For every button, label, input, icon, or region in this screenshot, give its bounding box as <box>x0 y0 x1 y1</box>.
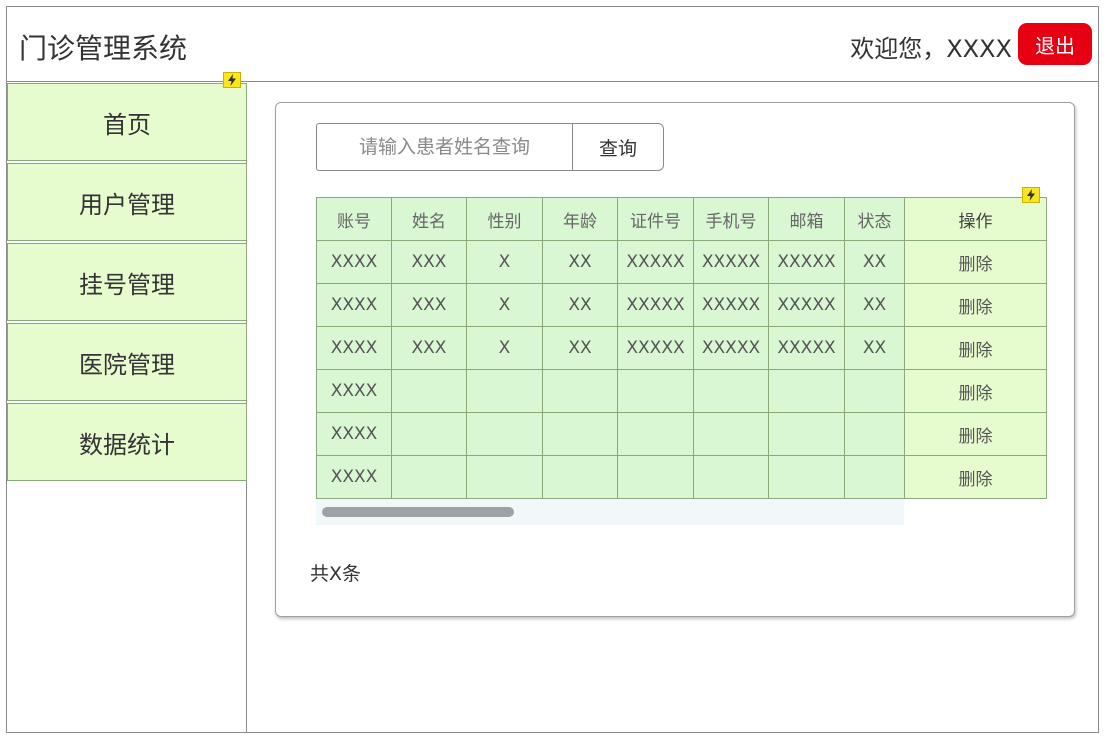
table-cell: XX <box>542 240 618 284</box>
table-row: XXXX XXX X XX XXXXX XXXXX XXXXX XX 删除 <box>316 240 1047 284</box>
welcome-text: 欢迎您，XXXX <box>850 35 1012 63</box>
table-row: XXXX 删除 <box>316 412 1047 456</box>
table-cell <box>466 369 543 413</box>
table-cell: XXXX <box>316 412 392 456</box>
sidebar: 首页 用户管理 挂号管理 医院管理 数据统计 <box>7 83 247 733</box>
table-cell <box>617 412 694 456</box>
table-cell: XXXX <box>316 369 392 413</box>
table-cell <box>844 412 905 456</box>
total-count: 共X条 <box>310 563 362 585</box>
search-button[interactable]: 查询 <box>572 123 664 171</box>
delete-button[interactable]: 删除 <box>904 455 1047 499</box>
sidebar-item-label: 数据统计 <box>79 430 175 459</box>
column-header-name: 姓名 <box>391 197 467 241</box>
sidebar-item-label: 挂号管理 <box>79 270 175 299</box>
table-cell: XXXXX <box>693 283 769 327</box>
sidebar-item-users[interactable]: 用户管理 <box>7 163 247 241</box>
table-cell <box>542 412 618 456</box>
table-cell <box>768 455 845 499</box>
table-cell <box>391 412 467 456</box>
table-cell <box>617 455 694 499</box>
delete-button[interactable]: 删除 <box>904 283 1047 327</box>
table-row: XXXX 删除 <box>316 369 1047 413</box>
table-cell: XXXXX <box>617 283 694 327</box>
table-row: XXXX 删除 <box>316 455 1047 499</box>
table-cell: XXXXX <box>617 326 694 370</box>
delete-button[interactable]: 删除 <box>904 412 1047 456</box>
column-header-phone: 手机号 <box>693 197 769 241</box>
table-cell: XXXXX <box>693 240 769 284</box>
column-header-email: 邮箱 <box>768 197 845 241</box>
column-header-actions: 操作 <box>904 197 1047 241</box>
table-cell <box>693 369 769 413</box>
column-header-status: 状态 <box>844 197 905 241</box>
sidebar-item-hospital[interactable]: 医院管理 <box>7 323 247 401</box>
table-cell: XXXXX <box>768 240 845 284</box>
column-header-age: 年龄 <box>542 197 618 241</box>
table-cell: XX <box>542 283 618 327</box>
table-cell <box>617 369 694 413</box>
horizontal-scrollbar[interactable] <box>316 499 904 525</box>
table-cell <box>768 412 845 456</box>
table-cell: XXXXX <box>693 326 769 370</box>
patient-list-panel: 查询 账号 姓名 性别 年龄 证件号 手机号 邮箱 <box>275 102 1075 617</box>
table-cell: XXX <box>391 326 467 370</box>
column-header-gender: 性别 <box>466 197 543 241</box>
table-row: XXXX XXX X XX XXXXX XXXXX XXXXX XX 删除 <box>316 326 1047 370</box>
table-row: XXXX XXX X XX XXXXX XXXXX XXXXX XX 删除 <box>316 283 1047 327</box>
table-cell: XXXX <box>316 455 392 499</box>
column-header-id-number: 证件号 <box>617 197 694 241</box>
table-cell: XXXXX <box>768 326 845 370</box>
table-cell: XXXX <box>316 240 392 284</box>
table-cell <box>542 369 618 413</box>
patient-table: 账号 姓名 性别 年龄 证件号 手机号 邮箱 状态 操作 XXXX XXX X … <box>316 197 1047 499</box>
table-cell <box>693 412 769 456</box>
table-cell <box>542 455 618 499</box>
sidebar-item-home[interactable]: 首页 <box>7 83 247 161</box>
app-title: 门诊管理系统 <box>19 32 188 65</box>
delete-button[interactable]: 删除 <box>904 326 1047 370</box>
sidebar-item-statistics[interactable]: 数据统计 <box>7 403 247 481</box>
table-cell <box>768 369 845 413</box>
sidebar-item-registration[interactable]: 挂号管理 <box>7 243 247 321</box>
header-bar: 门诊管理系统 欢迎您，XXXX 退出 <box>7 7 1098 82</box>
table-cell <box>391 369 467 413</box>
delete-button[interactable]: 删除 <box>904 240 1047 284</box>
table-cell: XXXXX <box>617 240 694 284</box>
table-cell: X <box>466 240 543 284</box>
table-cell: XX <box>844 326 905 370</box>
sidebar-item-label: 首页 <box>103 110 151 139</box>
table-cell: XX <box>542 326 618 370</box>
sidebar-item-label: 医院管理 <box>79 350 175 379</box>
lightning-bolt-icon <box>223 72 241 88</box>
delete-button[interactable]: 删除 <box>904 369 1047 413</box>
scrollbar-thumb[interactable] <box>322 507 514 517</box>
logout-button[interactable]: 退出 <box>1018 23 1092 65</box>
table-cell: X <box>466 283 543 327</box>
table-cell <box>844 369 905 413</box>
table-cell <box>466 455 543 499</box>
table-cell <box>693 455 769 499</box>
table-cell: XXX <box>391 240 467 284</box>
table-cell: XX <box>844 283 905 327</box>
lightning-bolt-icon <box>1022 187 1040 203</box>
table-cell <box>466 412 543 456</box>
app-window: 门诊管理系统 欢迎您，XXXX 退出 首页 用户管理 挂号管理 医院管理 数据统… <box>6 6 1099 733</box>
table-cell: XX <box>844 240 905 284</box>
patient-name-search-input[interactable] <box>316 123 572 171</box>
table-cell <box>391 455 467 499</box>
table-cell: XXXX <box>316 326 392 370</box>
table-cell: XXX <box>391 283 467 327</box>
table-cell: X <box>466 326 543 370</box>
table-header-row: 账号 姓名 性别 年龄 证件号 手机号 邮箱 状态 操作 <box>316 197 1047 241</box>
table-cell <box>844 455 905 499</box>
column-header-account: 账号 <box>316 197 392 241</box>
sidebar-item-label: 用户管理 <box>79 190 175 219</box>
table-cell: XXXX <box>316 283 392 327</box>
table-cell: XXXXX <box>768 283 845 327</box>
